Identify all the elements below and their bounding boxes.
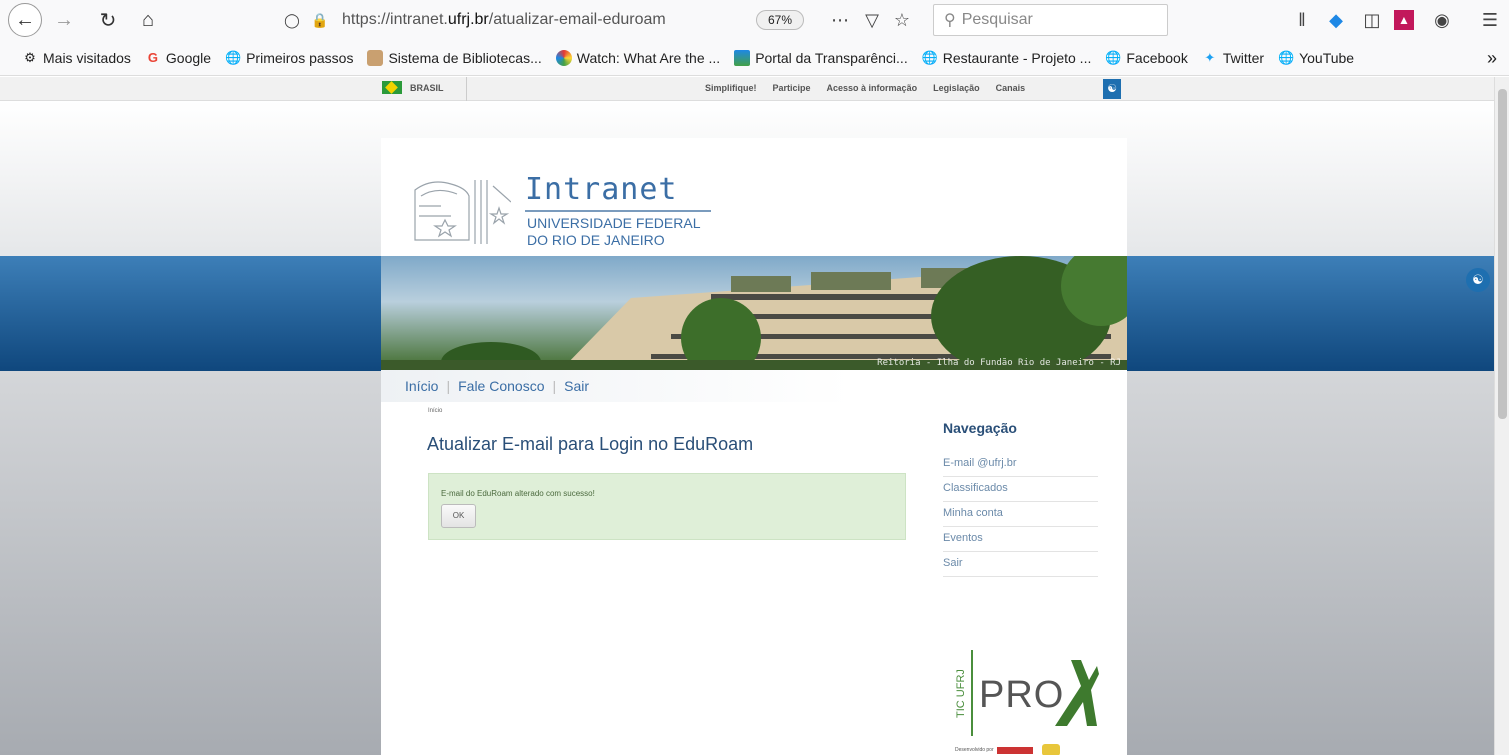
menu-item-inicio[interactable]: Início <box>405 378 438 394</box>
university-name-line2: DO RIO DE JANEIRO <box>527 232 665 248</box>
bookmark-item[interactable]: 🌐 Facebook <box>1105 50 1187 66</box>
accessibility-icon[interactable]: ☯ <box>1103 79 1121 99</box>
search-icon: ⚲ <box>944 12 956 29</box>
logo-underline <box>525 210 711 212</box>
scrollbar[interactable] <box>1494 77 1509 755</box>
menu-separator: | <box>446 378 451 394</box>
accessibility-widget-icon[interactable]: ☯ <box>1466 268 1490 292</box>
bookmark-item[interactable]: Sistema de Bibliotecas... <box>367 49 542 66</box>
breadcrumb[interactable]: Início <box>428 408 442 414</box>
browser-toolbar: ← → ↻ ⌂ ◯ 🔒 https://intranet.ufrj.br/atu… <box>0 0 1509 40</box>
zoom-level[interactable]: 67% <box>756 10 804 30</box>
site-container: Intranet UNIVERSIDADE FEDERAL DO RIO DE … <box>381 138 1127 755</box>
menu-item-sair[interactable]: Sair <box>564 378 589 394</box>
university-name-line1: UNIVERSIDADE FEDERAL <box>527 215 701 231</box>
bookmark-item[interactable]: Portal da Transparênci... <box>734 49 908 66</box>
nav-title: Navegação <box>943 420 1017 436</box>
google-icon: G <box>147 49 158 65</box>
gov-bar: BRASIL Simplifique! Participe Acesso à i… <box>0 77 1494 101</box>
globe-icon: 🌐 <box>921 49 938 65</box>
nav-item-sair[interactable]: Sair <box>943 552 1098 577</box>
account-icon[interactable]: ◉ <box>1430 8 1454 32</box>
nav-item-minha-conta[interactable]: Minha conta <box>943 502 1098 527</box>
bookmark-star-icon[interactable]: ☆ <box>890 8 914 32</box>
campus-banner: Reitoria - Ilha do Fundão Rio de Janeiro… <box>381 256 1127 370</box>
menu-separator: | <box>552 378 557 394</box>
bookmark-item[interactable]: G Google <box>145 50 211 66</box>
brazil-flag-icon <box>382 81 402 94</box>
extension-icon[interactable]: ◆ <box>1324 8 1348 32</box>
divider <box>466 77 467 101</box>
university-name: UNIVERSIDADE FEDERAL DO RIO DE JANEIRO <box>527 215 700 249</box>
forward-button[interactable]: → <box>48 4 80 36</box>
nav-item-email[interactable]: E-mail @ufrj.br <box>943 452 1098 477</box>
scrollbar-thumb[interactable] <box>1498 89 1507 419</box>
video-icon <box>555 49 572 66</box>
portal-icon <box>734 49 751 66</box>
sidebar-icon[interactable]: ◫ <box>1360 8 1384 32</box>
bookmark-item[interactable]: ⚙ Mais visitados <box>22 50 131 66</box>
pocket-icon[interactable]: ▽ <box>860 8 884 32</box>
globe-icon: 🌐 <box>225 49 242 65</box>
reload-button[interactable]: ↻ <box>92 4 124 36</box>
search-placeholder: Pesquisar <box>961 11 1033 28</box>
lock-icon: 🔒 <box>311 11 329 28</box>
bookmark-item[interactable]: 🌐 Restaurante - Projeto ... <box>922 50 1092 66</box>
ufrj-emblem-icon <box>414 180 511 244</box>
navigation-sidebar: Navegação E-mail @ufrj.br Classificados … <box>943 420 1098 577</box>
bookmark-item[interactable]: 🌐 Primeiros passos <box>225 50 353 66</box>
url-text: https://intranet.ufrj.br/atualizar-email… <box>342 11 666 28</box>
proxy-x-icon <box>1055 660 1099 726</box>
globe-icon: 🌐 <box>1278 49 1295 65</box>
developer-credit: Desenvolvido por <box>955 744 1060 755</box>
bookmark-item[interactable]: Watch: What Are the ... <box>555 49 720 66</box>
gov-link-canais[interactable]: Canais <box>996 83 1026 93</box>
tic-ufrj-label: TIC UFRJ <box>955 669 967 719</box>
gov-links: Simplifique! Participe Acesso à informaç… <box>705 83 1041 93</box>
developer-credit-text: Desenvolvido por <box>955 747 994 753</box>
building-photo <box>381 256 1127 370</box>
gear-icon: ⚙ <box>24 49 36 65</box>
ok-button[interactable]: OK <box>441 504 476 528</box>
site-title: Intranet <box>525 172 678 207</box>
gov-link-acesso[interactable]: Acesso à informação <box>827 83 918 93</box>
banner-caption: Reitoria - Ilha do Fundão Rio de Janeiro… <box>877 358 1121 368</box>
url-bar[interactable]: ◯ 🔒 https://intranet.ufrj.br/atualizar-e… <box>272 4 912 36</box>
twitter-icon: ✦ <box>1204 49 1216 65</box>
nav-item-classificados[interactable]: Classificados <box>943 477 1098 502</box>
success-message: E-mail do EduRoam alterado com sucesso! <box>441 489 595 498</box>
gov-link-simplifique[interactable]: Simplifique! <box>705 83 757 93</box>
more-icon[interactable]: ⋯ <box>828 8 852 32</box>
shield-icon: ◯ <box>284 11 300 28</box>
success-alert: E-mail do EduRoam alterado com sucesso! … <box>428 473 906 540</box>
gov-link-participe[interactable]: Participe <box>773 83 811 93</box>
menu-item-fale-conosco[interactable]: Fale Conosco <box>458 378 544 394</box>
partner-logo-icon <box>1041 744 1060 755</box>
bookmarks-overflow-icon[interactable]: » <box>1487 48 1497 69</box>
bookmarks-bar: ⚙ Mais visitados G Google 🌐 Primeiros passo… <box>0 40 1509 76</box>
top-menu: Início | Fale Conosco | Sair <box>381 370 851 402</box>
search-input[interactable]: ⚲ Pesquisar <box>933 4 1168 36</box>
bookmark-item[interactable]: 🌐 YouTube <box>1278 50 1354 66</box>
library-icon[interactable]: ‖ <box>1290 8 1314 32</box>
back-button[interactable]: ← <box>8 3 42 37</box>
nav-item-eventos[interactable]: Eventos <box>943 527 1098 552</box>
library-icon <box>367 49 384 66</box>
bookmark-item[interactable]: ✦ Twitter <box>1202 50 1264 66</box>
proxy-divider <box>971 650 973 736</box>
gov-link-legislacao[interactable]: Legislação <box>933 83 980 93</box>
menu-icon[interactable]: ☰ <box>1478 8 1502 32</box>
proxy-logo: TIC UFRJ PRO Desenvolvido por <box>955 644 1105 755</box>
addon-icon[interactable]: ▲ <box>1394 10 1414 30</box>
globe-icon: 🌐 <box>1105 49 1122 65</box>
developer-logo-icon <box>996 746 1033 754</box>
gov-brasil-link[interactable]: BRASIL <box>382 81 444 94</box>
page-title: Atualizar E-mail para Login no EduRoam <box>427 434 754 454</box>
home-button[interactable]: ⌂ <box>132 4 164 36</box>
